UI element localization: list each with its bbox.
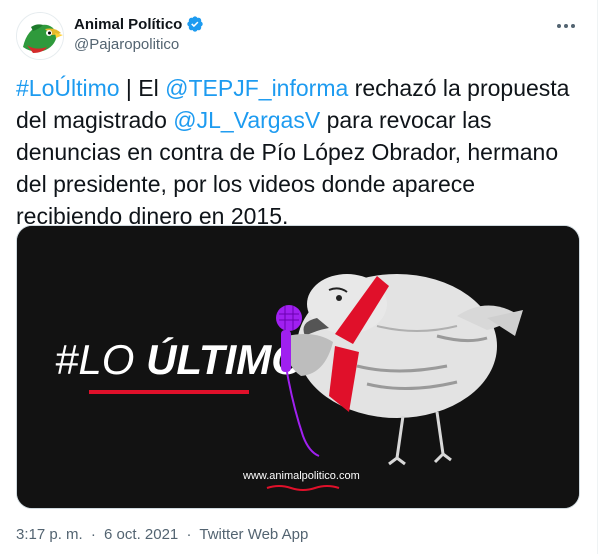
tweet-text-segment: | El	[119, 75, 166, 101]
media-illustration: #LO ÚLTIMO www.animalpolitico.com	[17, 226, 579, 508]
site-url-text: www.animalpolitico.com	[242, 470, 360, 482]
hashtag-link[interactable]: #LoÚltimo	[16, 75, 120, 101]
handle[interactable]: @Pajaropolitico	[74, 36, 204, 53]
tweet-meta: 3:17 p. m. · 6 oct. 2021 · Twitter Web A…	[16, 526, 312, 543]
headline-text: #LO ÚLTIMO	[55, 336, 304, 383]
tweet-header: Animal Político @Pajaropolitico	[16, 12, 582, 60]
mention-link-vargas[interactable]: @JL_VargasV	[173, 107, 320, 133]
more-options-icon[interactable]	[554, 16, 578, 36]
tweet-media-image[interactable]: #LO ÚLTIMO www.animalpolitico.com	[16, 225, 580, 509]
avatar[interactable]	[16, 12, 64, 60]
mention-link-tepjf[interactable]: @TEPJF_informa	[165, 75, 348, 101]
tweet-date[interactable]: 6 oct. 2021	[104, 526, 178, 543]
display-name[interactable]: Animal Político	[74, 16, 182, 33]
name-row: Animal Político	[74, 14, 204, 34]
headline-underline	[89, 390, 249, 394]
meta-separator: ·	[186, 526, 192, 543]
author-names: Animal Político @Pajaropolitico	[74, 14, 204, 53]
tweet-text: #LoÚltimo | El @TEPJF_informa rechazó la…	[16, 72, 582, 232]
tweet-client[interactable]: Twitter Web App	[199, 526, 308, 543]
meta-separator: ·	[90, 526, 96, 543]
headline-prefix: #LO	[55, 336, 146, 383]
headline-bold: ÚLTIMO	[146, 336, 304, 383]
tweet-time[interactable]: 3:17 p. m.	[16, 526, 83, 543]
bird-avatar-icon	[17, 13, 63, 59]
verified-badge-icon	[187, 16, 204, 32]
